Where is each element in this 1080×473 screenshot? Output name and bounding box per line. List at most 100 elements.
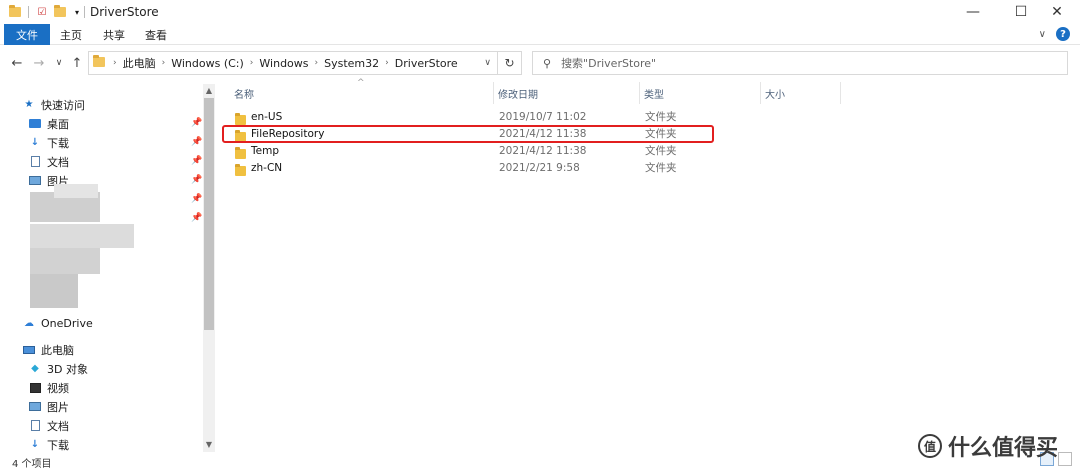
scrollbar-thumb[interactable] [204, 98, 214, 330]
picture-icon [28, 175, 42, 187]
file-date: 2021/2/21 9:58 [499, 161, 580, 174]
file-row[interactable]: zh-CN 2021/2/21 9:58 文件夹 [216, 159, 736, 176]
scroll-up-icon[interactable]: ▲ [204, 86, 214, 95]
video-icon [28, 382, 42, 394]
file-name: Temp [251, 144, 279, 157]
up-button[interactable]: ↑ [68, 53, 86, 73]
sidebar-item-desktop[interactable]: 桌面 [28, 114, 215, 133]
chevron-right-icon[interactable]: › [248, 58, 256, 68]
watermark-text: 什么值得买 [948, 436, 1059, 461]
pin-icon[interactable]: 📌 [191, 175, 202, 185]
search-box[interactable]: ⚲ 搜索"DriverStore" [532, 51, 1068, 75]
sidebar-item-label: 桌面 [47, 117, 69, 131]
sidebar-item-pictures-pc[interactable]: 图片 [28, 397, 215, 416]
file-row[interactable]: en-US 2019/10/7 11:02 文件夹 [216, 108, 736, 125]
pixelated-region [30, 224, 134, 248]
address-bar[interactable]: › 此电脑 › Windows (C:) › Windows › System3… [88, 51, 498, 75]
expand-ribbon-icon[interactable]: ∨ [1039, 29, 1046, 40]
sidebar-item-videos[interactable]: 视频 [28, 378, 215, 397]
column-header-date[interactable]: 修改日期 [494, 82, 640, 104]
large-icons-view-icon[interactable] [1058, 452, 1072, 466]
document-icon [28, 420, 42, 432]
sidebar-item-documents[interactable]: 文档 [28, 152, 215, 171]
pin-icon[interactable]: 📌 [191, 194, 202, 204]
tab-share[interactable]: 共享 [91, 24, 137, 45]
address-row: ← → ∨ ↑ › 此电脑 › Windows (C:) › Windows ›… [0, 48, 1080, 78]
highlight-annotation [222, 125, 714, 143]
sidebar-item-label: 此电脑 [41, 343, 74, 357]
folder-icon [8, 5, 22, 19]
folder-icon [235, 162, 246, 179]
ribbon-controls: ∨ ? [1039, 27, 1070, 41]
customize-toolbar-icon[interactable]: ▾ [70, 5, 84, 19]
desktop-icon [28, 118, 42, 130]
sidebar-item-label: 图片 [47, 400, 69, 414]
back-button[interactable]: ← [8, 53, 26, 73]
sidebar-item-label: 文档 [47, 155, 69, 169]
file-date: 2019/10/7 11:02 [499, 110, 587, 123]
ribbon-tabs: 文件 主页 共享 查看 ∨ ? [0, 24, 1080, 45]
pin-icon[interactable]: 📌 [191, 118, 202, 128]
breadcrumb-c-drive[interactable]: Windows (C:) [167, 57, 248, 70]
properties-icon[interactable]: ☑ [35, 5, 49, 19]
breadcrumb-windows[interactable]: Windows [255, 57, 312, 70]
toolbar-divider [28, 6, 29, 18]
chevron-right-icon[interactable]: › [313, 58, 321, 68]
sidebar-item-quick-access[interactable]: ★ 快速访问 [22, 95, 215, 114]
chevron-right-icon[interactable]: › [160, 58, 168, 68]
cloud-icon: ☁ [24, 318, 34, 329]
close-button[interactable]: ✕ [1034, 0, 1080, 24]
tab-file[interactable]: 文件 [4, 24, 50, 45]
minimize-button[interactable]: — [950, 0, 996, 24]
sidebar-item-3d-objects[interactable]: ◆ 3D 对象 [28, 359, 215, 378]
download-icon: ↓ [30, 137, 40, 148]
help-icon[interactable]: ? [1056, 27, 1070, 41]
column-header-size[interactable]: 大小 [761, 82, 841, 104]
sidebar-item-label: 文档 [47, 419, 69, 433]
search-placeholder: 搜索"DriverStore" [561, 57, 657, 70]
breadcrumb-system32[interactable]: System32 [320, 57, 383, 70]
file-row[interactable]: Temp 2021/4/12 11:38 文件夹 [216, 142, 736, 159]
watermark-logo-icon: 值 [918, 434, 942, 458]
sidebar-item-onedrive[interactable]: ☁ OneDrive [22, 314, 215, 333]
chevron-right-icon[interactable]: › [383, 58, 391, 68]
chevron-right-icon: › [113, 58, 117, 68]
new-folder-icon[interactable] [53, 5, 67, 19]
recent-locations-button[interactable]: ∨ [50, 53, 68, 73]
3d-objects-icon: ◆ [31, 363, 39, 374]
breadcrumb-this-pc[interactable]: 此电脑 [119, 55, 160, 71]
sidebar-item-label: OneDrive [41, 317, 93, 330]
search-icon: ⚲ [543, 56, 552, 70]
watermark: 值 什么值得买 [918, 430, 1058, 462]
folder-icon [93, 54, 105, 70]
sidebar-item-downloads-pc[interactable]: ↓ 下载 [28, 435, 215, 452]
pin-icon[interactable]: 📌 [191, 213, 202, 223]
sidebar-item-this-pc[interactable]: 此电脑 [22, 340, 215, 359]
pin-icon[interactable]: 📌 [191, 156, 202, 166]
address-dropdown-icon[interactable]: ∨ [484, 58, 491, 68]
scroll-down-icon[interactable]: ▼ [204, 440, 214, 449]
pixelated-region [54, 184, 98, 198]
title-bar: ☑ ▾ DriverStore — ☐ ✕ [0, 0, 1080, 24]
column-header-type[interactable]: 类型 [640, 82, 761, 104]
picture-icon [28, 401, 42, 413]
sidebar-item-documents-pc[interactable]: 文档 [28, 416, 215, 435]
navigation-pane: ★ 快速访问 桌面 📌 ↓ 下载 📌 文档 📌 图片 📌 📌 📌 ☁ OneDr… [0, 84, 215, 452]
sidebar-item-label: 快速访问 [41, 98, 85, 112]
column-header-name[interactable]: 名称 [230, 82, 494, 104]
sidebar-item-label: 视频 [47, 381, 69, 395]
file-date: 2021/4/12 11:38 [499, 144, 587, 157]
sidebar-item-downloads[interactable]: ↓ 下载 [28, 133, 215, 152]
file-name: zh-CN [251, 161, 283, 174]
forward-button[interactable]: → [30, 53, 48, 73]
status-item-count: 4 个项目 [12, 459, 52, 470]
file-type: 文件夹 [645, 111, 677, 123]
file-name: en-US [251, 110, 283, 123]
tab-view[interactable]: 查看 [133, 24, 179, 45]
document-icon [28, 156, 42, 168]
pin-icon[interactable]: 📌 [191, 137, 202, 147]
tab-home[interactable]: 主页 [48, 24, 94, 45]
sidebar-item-label: 下载 [47, 438, 69, 452]
refresh-button[interactable]: ↻ [498, 51, 522, 75]
breadcrumb-driverstore[interactable]: DriverStore [391, 57, 462, 70]
